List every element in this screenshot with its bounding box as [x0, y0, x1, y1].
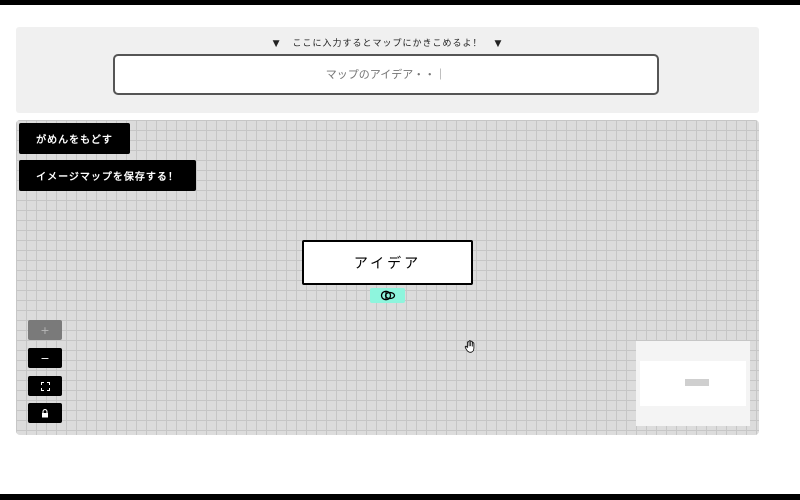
mind-map-canvas[interactable]: がめんをもどす イメージマップを保存する！ アイデア + −: [16, 120, 759, 435]
bottom-border: [0, 494, 800, 500]
idea-input[interactable]: [113, 54, 659, 95]
plus-icon: +: [40, 323, 50, 337]
minus-icon: −: [40, 351, 50, 365]
zoom-out-button[interactable]: −: [28, 348, 62, 368]
root-node-label: アイデア: [353, 255, 422, 272]
input-prompt-text: ここに入力するとマップにかきこめるよ！: [292, 39, 483, 49]
lock-icon: [42, 408, 48, 417]
fit-view-icon: [40, 381, 50, 391]
lock-button[interactable]: [28, 403, 62, 423]
connect-icon: [380, 290, 395, 301]
hand-cursor-icon: [464, 340, 475, 353]
minimap[interactable]: [636, 341, 750, 426]
root-node[interactable]: アイデア: [302, 240, 473, 285]
node-handle[interactable]: [370, 288, 405, 303]
zoom-in-button[interactable]: +: [28, 320, 62, 340]
top-border: [0, 0, 800, 5]
fit-view-button[interactable]: [28, 376, 62, 396]
triangle-down-icon: ▼: [494, 39, 503, 49]
input-prompt: ▼ ここに入力するとマップにかきこめるよ！ ▼: [16, 36, 759, 49]
minimap-node: [685, 379, 709, 386]
triangle-down-icon: ▼: [272, 39, 281, 49]
input-panel: ▼ ここに入力するとマップにかきこめるよ！ ▼: [16, 27, 759, 113]
reset-view-button[interactable]: がめんをもどす: [19, 123, 130, 154]
minimap-viewport: [640, 361, 746, 406]
save-image-button[interactable]: イメージマップを保存する！: [19, 160, 196, 191]
